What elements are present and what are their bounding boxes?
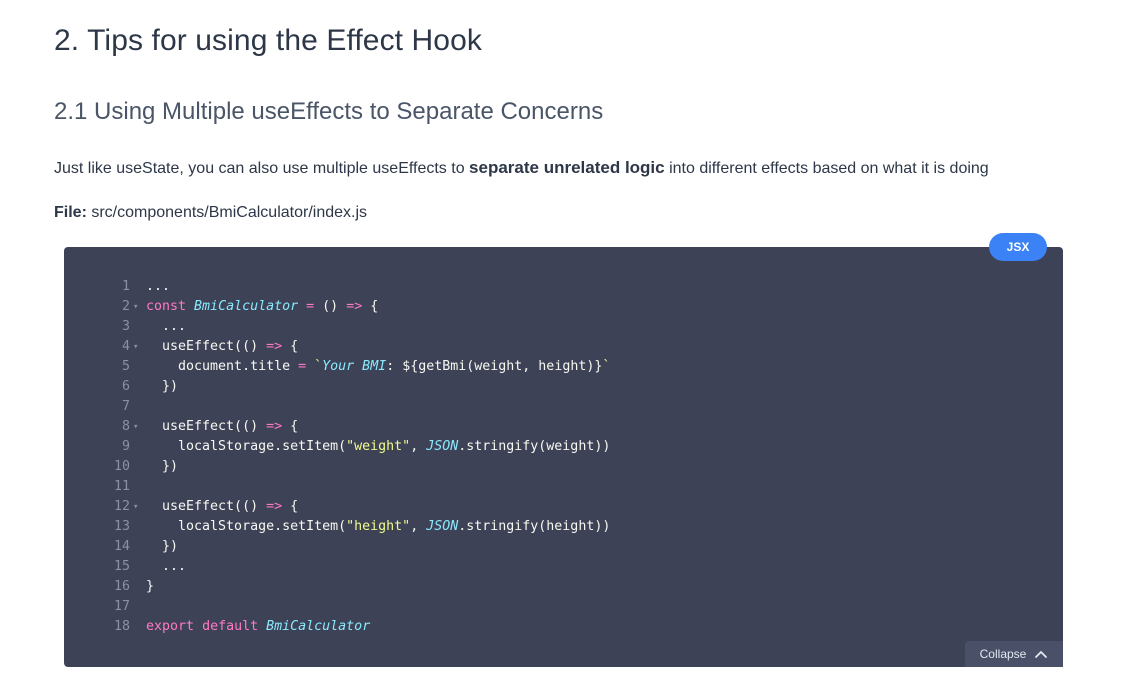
line-number: 7 [121,399,130,414]
section-subtitle: 2.1 Using Multiple useEffects to Separat… [54,98,604,125]
line-number: 14 [113,539,130,554]
chevron-down-icon[interactable]: ▾ [133,417,138,437]
line-number: 11 [113,479,130,494]
code-text: } [146,579,155,594]
line-number: 8 [121,419,130,434]
code-text: }) [146,539,179,554]
code-text: ... [146,279,171,294]
line-number: 12 [113,499,130,514]
chevron-up-icon [1035,651,1048,658]
code-text: ... [146,319,187,334]
line-number: 2 [121,299,130,314]
page-title: 2. Tips for using the Effect Hook [54,24,482,57]
paragraph-text-before: Just like useState, you can also use mul… [54,160,470,177]
intro-paragraph: Just like useState, you can also use mul… [54,158,989,178]
file-path: src/components/BmiCalculator/index.js [91,204,368,221]
chevron-down-icon[interactable]: ▾ [133,297,138,317]
code-text: const BmiCalculator = () => { [146,299,379,314]
file-caption: File: src/components/BmiCalculator/index… [54,204,367,222]
line-number: 9 [121,439,130,454]
code-text: localStorage.setItem("height", JSON.stri… [146,519,611,534]
language-badge: JSX [989,233,1047,261]
line-number: 5 [121,359,130,374]
code-block: JSX 1... 2 ▾ const BmiCalculator = () => {3… [64,233,1063,667]
code-text: useEffect(() => { [146,419,299,434]
chevron-down-icon[interactable]: ▾ [133,497,138,517]
code-text: useEffect(() => { [146,499,299,514]
line-number: 18 [113,619,130,634]
line-number: 15 [113,559,130,574]
file-label: File: [54,204,87,221]
chevron-down-icon[interactable]: ▾ [133,337,138,357]
collapse-label: Collapse [979,647,1027,661]
line-number: 17 [113,599,130,614]
line-number: 13 [113,519,130,534]
line-number: 3 [121,319,130,334]
code-text: }) [146,459,179,474]
code-text: }) [146,379,179,394]
line-number: 1 [121,279,130,294]
collapse-button[interactable]: Collapse [965,641,1063,667]
code-text: useEffect(() => { [146,339,299,354]
code-text: export default BmiCalculator [146,619,371,634]
line-number: 6 [121,379,130,394]
line-number: 10 [113,459,130,474]
paragraph-emphasis: separate unrelated logic [469,158,665,177]
code-text: document.title = `Your BMI: ${getBmi(wei… [146,359,611,374]
paragraph-text-after: into different effects based on what it … [664,160,989,177]
code-text: localStorage.setItem("weight", JSON.stri… [146,439,611,454]
code-text: ... [146,559,187,574]
line-number: 4 [121,339,130,354]
line-number: 16 [113,579,130,594]
